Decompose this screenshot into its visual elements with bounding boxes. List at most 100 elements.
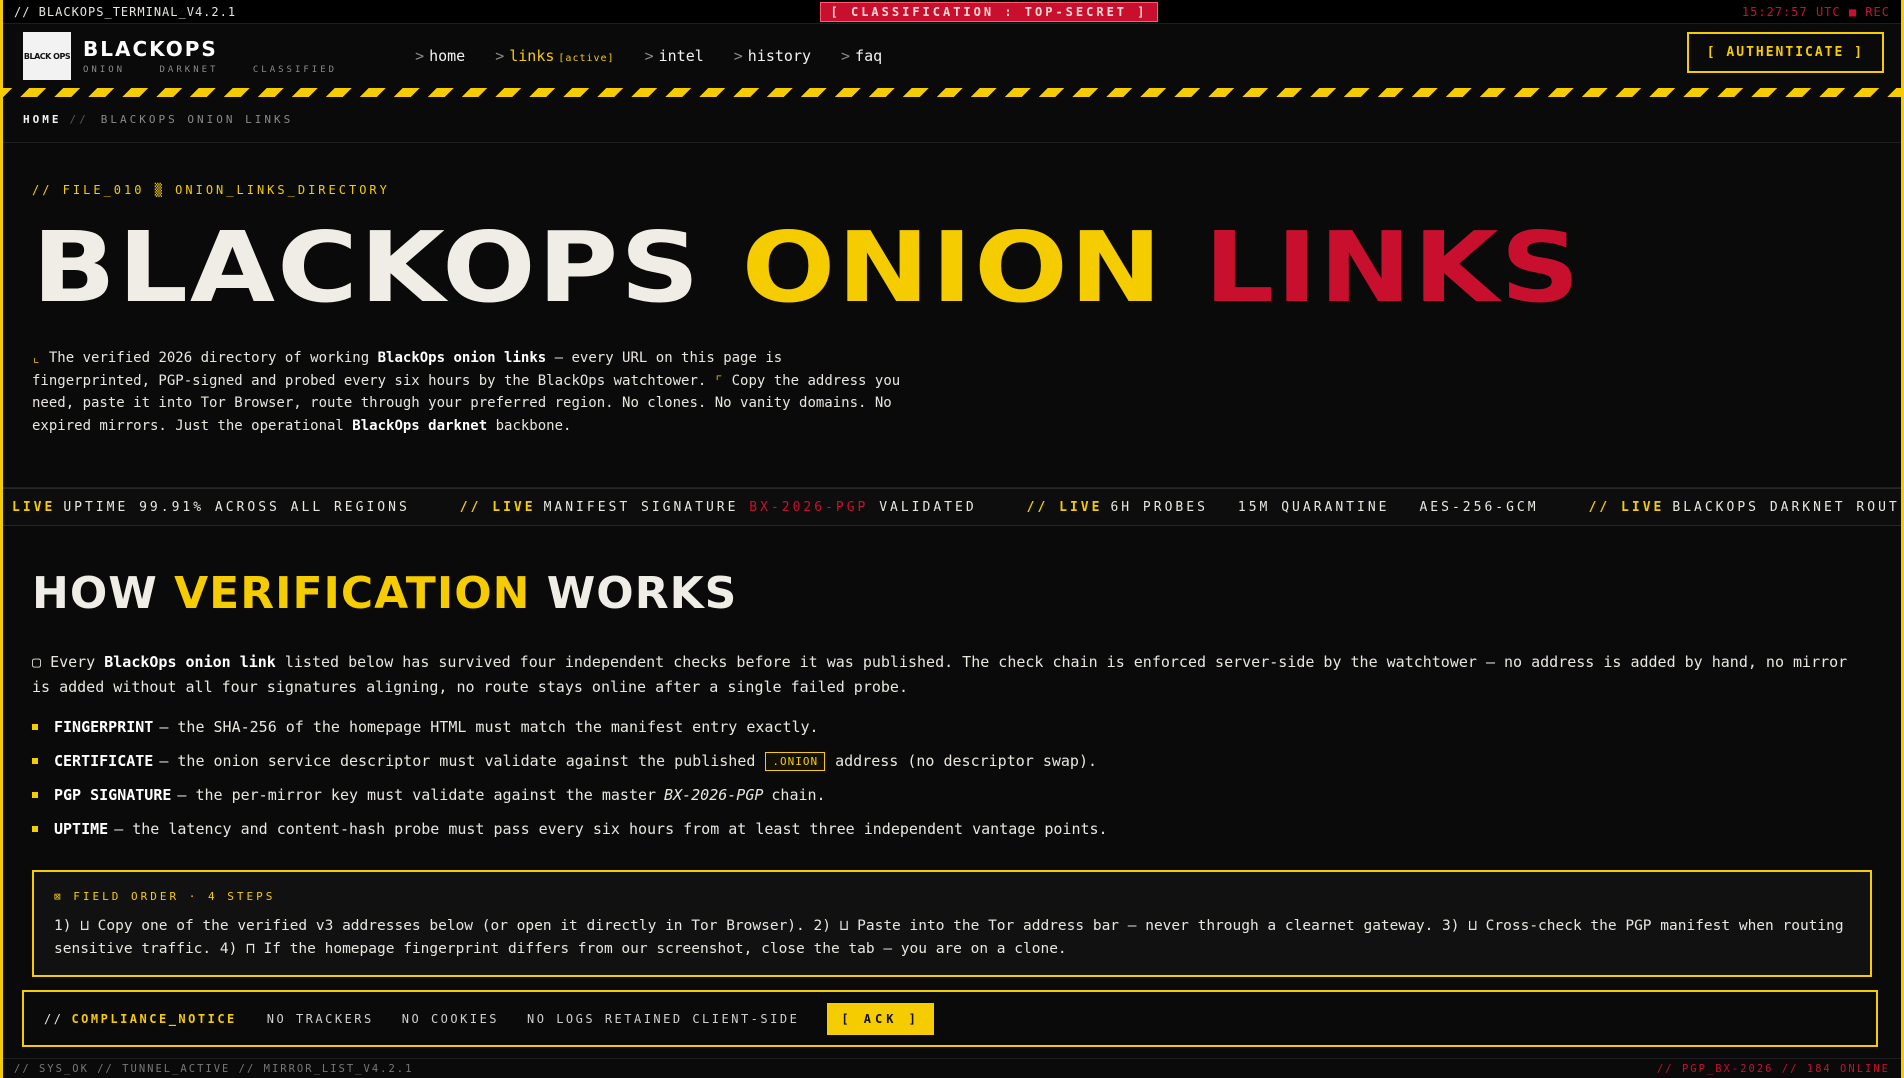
- corner-icon: ⌜: [714, 372, 724, 389]
- live-label: // LIVE: [1588, 499, 1665, 515]
- verification-section: HOW VERIFICATION WORKS ▢ Every BlackOps …: [0, 526, 1904, 977]
- ticker-text: BLACKOPS DARKNET ROUTE LON › FRA: [1672, 499, 1904, 515]
- bullet-icon: [32, 758, 38, 764]
- ticker-item: // LIVE BLACKOPS DARKNET ROUTE LON › FRA: [1589, 500, 1904, 515]
- logo-text: BLACK OPS: [23, 51, 71, 61]
- nav-intel[interactable]: > intel: [645, 47, 704, 65]
- live-ticker: LIVE UPTIME 99.91% ACROSS ALL REGIONS // …: [0, 488, 1904, 526]
- list-item: UPTIME — the latency and content-hash pro…: [32, 812, 1872, 846]
- page-title: BLACKOPS ONION LINKS: [32, 219, 1872, 316]
- nav-intel-label: intel: [658, 47, 704, 65]
- footer-left: // SYS_OK // TUNNEL_ACTIVE // MIRROR_LIS…: [14, 1062, 414, 1075]
- bullet-icon: [32, 724, 38, 730]
- main-nav: > home > links [active] > intel > history > fa…: [415, 47, 882, 65]
- hazard-stripe: [0, 88, 1904, 97]
- brand-sub-classified: CLASSIFIED: [252, 65, 338, 75]
- compliance-item: NO COOKIES: [401, 1011, 500, 1026]
- hero-description: ⌞ The verified 2026 directory of working…: [32, 347, 902, 437]
- nav-home[interactable]: > home: [415, 47, 465, 65]
- ticker-text: UPTIME 99.91% ACROSS ALL REGIONS: [63, 499, 410, 515]
- ticker-text: AES-256-GCM: [1419, 499, 1539, 515]
- intro-pre: Every: [50, 653, 105, 671]
- compliance-prefix: //: [44, 1011, 64, 1026]
- active-tag: [active]: [558, 53, 615, 64]
- ticker-item: LIVE UPTIME 99.91% ACROSS ALL REGIONS: [12, 500, 410, 515]
- brand-name: BLACKOPS: [83, 37, 218, 61]
- compliance-item: NO LOGS RETAINED CLIENT-SIDE: [527, 1011, 800, 1026]
- nav-faq[interactable]: > faq: [841, 47, 882, 65]
- field-order-box: ⊠ FIELD ORDER · 4 STEPS 1) ⊔ Copy one of…: [32, 870, 1872, 977]
- classification-badge: [ CLASSIFICATION : TOP-SECRET ]: [819, 1, 1159, 22]
- section-title: HOW VERIFICATION WORKS: [32, 572, 1872, 616]
- chevron-right-icon: >: [644, 47, 654, 65]
- chevron-right-icon: >: [495, 47, 505, 65]
- desc-part-1: The verified 2026 directory of working: [48, 350, 378, 366]
- field-order-body: 1) ⊔ Copy one of the verified v3 address…: [54, 918, 1844, 957]
- brand: BLACKOPS ONION DARKNET CLASSIFIED: [83, 37, 363, 75]
- status-bar: // BLACKOPS_TERMINAL_V4.2.1 [ CLASSIFICA…: [0, 0, 1904, 24]
- file-tag: // FILE_010 ▒ ONION_LINKS_DIRECTORY: [32, 183, 390, 197]
- footer-status: // SYS_OK // TUNNEL_ACTIVE // MIRROR_LIS…: [0, 1058, 1904, 1078]
- nav-links-label: links: [509, 47, 555, 65]
- title-word-1: BLACKOPS: [32, 211, 702, 324]
- logo[interactable]: BLACK OPS: [23, 32, 71, 80]
- breadcrumb-separator: //: [69, 113, 89, 126]
- chevron-right-icon: >: [841, 47, 851, 65]
- square-icon: ▢: [32, 653, 42, 671]
- check-text-after: address (no descriptor swap).: [835, 752, 1098, 770]
- brand-subtitle: ONION DARKNET CLASSIFIED: [83, 65, 363, 75]
- section-intro: ▢ Every BlackOps onion link listed below…: [32, 650, 1872, 700]
- onion-badge: .ONION: [765, 751, 826, 771]
- check-name: CERTIFICATE: [54, 752, 154, 770]
- terminal-label: // BLACKOPS_TERMINAL_V4.2.1: [14, 4, 237, 19]
- check-italic: BX-2026-PGP: [664, 786, 764, 804]
- ticker-text: VALIDATED: [879, 499, 977, 515]
- desc-part-4: backbone.: [487, 417, 572, 434]
- check-name: UPTIME: [54, 820, 109, 838]
- check-name: FINGERPRINT: [54, 718, 154, 736]
- breadcrumb: HOME // BLACKOPS ONION LINKS: [0, 97, 1904, 143]
- hero: // FILE_010 ▒ ONION_LINKS_DIRECTORY BLAC…: [0, 143, 1904, 488]
- breadcrumb-current: BLACKOPS ONION LINKS: [100, 113, 294, 126]
- compliance-notice: // COMPLIANCE_NOTICE NO TRACKERS NO COOK…: [22, 990, 1878, 1047]
- authenticate-button[interactable]: [ AUTHENTICATE ]: [1686, 32, 1884, 73]
- ticker-item: // LIVE 6H PROBES 15M QUARANTINE AES-256-GC…: [1027, 500, 1539, 515]
- rec-indicator: ■ REC: [1848, 4, 1890, 19]
- check-text-after: chain.: [771, 786, 826, 804]
- list-item: CERTIFICATE — the onion service descripto…: [32, 744, 1872, 778]
- check-text: — the latency and content-hash probe mus…: [114, 820, 1108, 838]
- bullet-icon: [32, 826, 38, 832]
- section-title-word-2: VERIFICATION: [174, 568, 531, 619]
- intro-post: listed below has survived four independe…: [32, 653, 1848, 696]
- section-title-word-1: HOW: [32, 568, 158, 619]
- ticker-text: 6H PROBES: [1110, 499, 1208, 515]
- ack-button[interactable]: [ ACK ]: [827, 1002, 934, 1035]
- chevron-right-icon: >: [415, 47, 425, 65]
- field-order-heading: ⊠ FIELD ORDER · 4 STEPS: [54, 890, 276, 903]
- desc-bold-2: BlackOps darknet: [352, 417, 488, 434]
- ticker-text: 15M QUARANTINE: [1237, 499, 1390, 515]
- list-item: PGP SIGNATURE — the per-mirror key must v…: [32, 778, 1872, 812]
- list-item: FINGERPRINT — the SHA-256 of the homepage…: [32, 710, 1872, 744]
- compliance-title: COMPLIANCE_NOTICE: [71, 1011, 237, 1026]
- compliance-item: NO TRACKERS: [266, 1011, 374, 1026]
- nav-links[interactable]: > links [active]: [495, 47, 614, 65]
- clock: 15:27:57 UTC ■ REC: [1742, 5, 1890, 19]
- check-name: PGP SIGNATURE: [54, 786, 172, 804]
- brand-sub-onion: ONION: [83, 65, 126, 75]
- breadcrumb-home[interactable]: HOME: [23, 113, 62, 126]
- checks-list: FINGERPRINT — the SHA-256 of the homepage…: [32, 710, 1872, 846]
- section-title-word-3: WORKS: [546, 568, 738, 619]
- ticker-signature: BX-2026-PGP: [749, 499, 869, 515]
- clock-time: 15:27:57 UTC: [1741, 4, 1841, 19]
- footer-right: // PGP_BX-2026 // 184 ONLINE: [1656, 1062, 1890, 1075]
- nav-faq-label: faq: [855, 47, 883, 65]
- live-label: LIVE: [12, 499, 56, 515]
- live-label: // LIVE: [459, 499, 536, 515]
- nav-history[interactable]: > history: [734, 47, 811, 65]
- check-text: — the per-mirror key must validate again…: [177, 786, 657, 804]
- check-text: — the onion service descriptor must vali…: [159, 752, 756, 770]
- desc-bold-1: BlackOps onion links: [377, 350, 547, 366]
- title-word-3: LINKS: [1204, 211, 1582, 324]
- brand-sub-darknet: DARKNET: [159, 65, 219, 75]
